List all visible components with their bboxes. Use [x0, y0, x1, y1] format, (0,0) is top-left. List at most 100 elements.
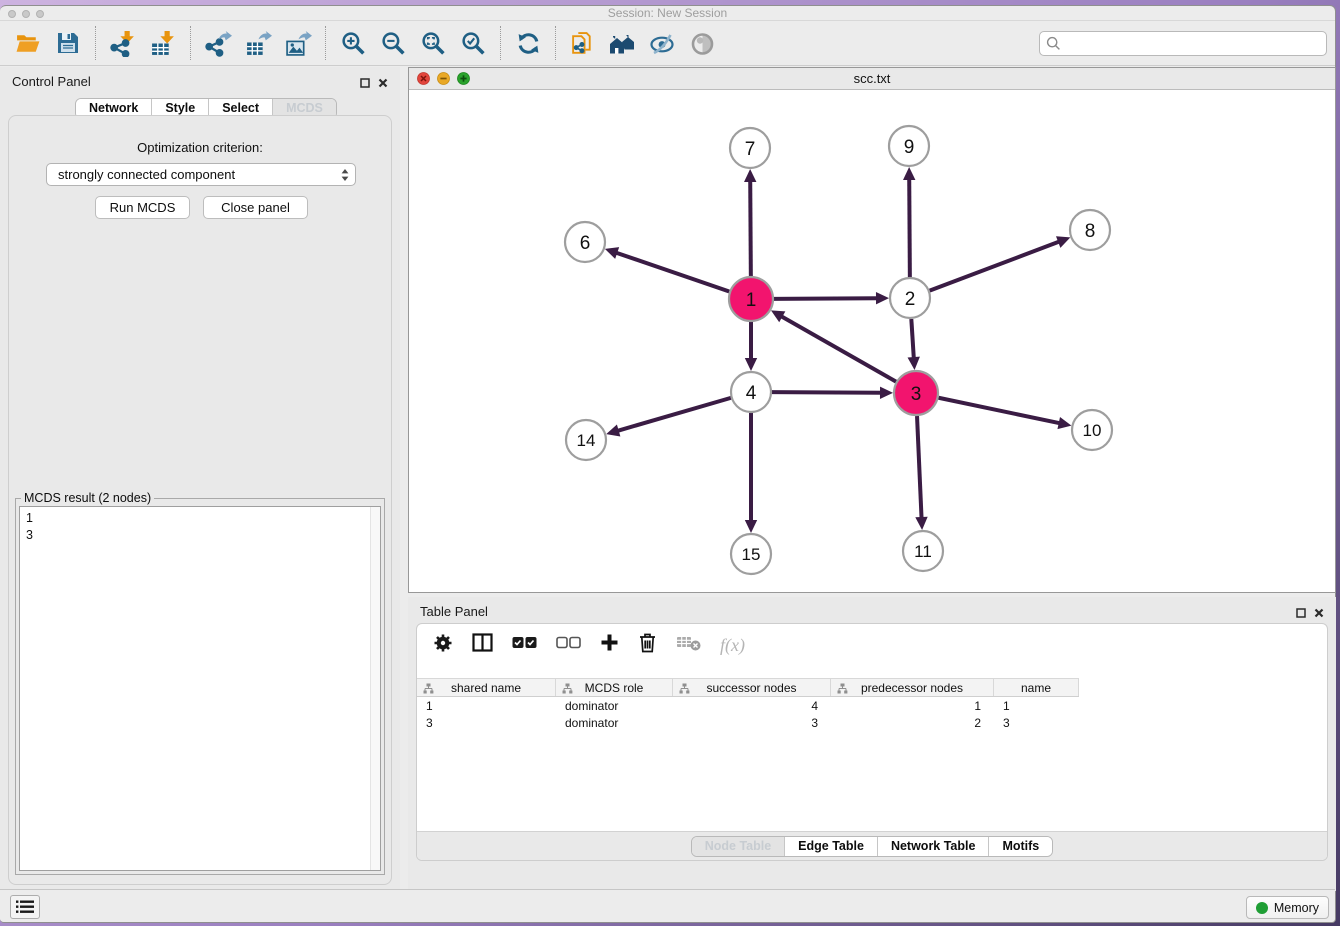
import-table-icon[interactable] [143, 25, 183, 61]
run-mcds-button[interactable]: Run MCDS [95, 196, 190, 219]
home-icon[interactable] [603, 25, 643, 61]
add-column-icon[interactable] [600, 633, 619, 657]
network-view-titlebar: scc.txt [409, 68, 1335, 90]
table-tab-motifs[interactable]: Motifs [988, 837, 1052, 856]
column-header-predecessor-nodes[interactable]: predecessor nodes [831, 679, 994, 696]
graph-edge-2-9[interactable] [909, 179, 910, 277]
network-window-controls [417, 72, 470, 85]
minimize-view-icon[interactable] [437, 72, 450, 85]
minimize-window-icon[interactable] [22, 10, 30, 18]
column-header-name[interactable]: name [994, 679, 1079, 696]
graph-node-label: 1 [746, 290, 757, 311]
column-header-shared-name[interactable]: shared name [417, 679, 556, 696]
zoom-out-icon[interactable] [373, 25, 413, 61]
graph-edge-2-3[interactable] [911, 319, 913, 358]
graph-edge-1-7[interactable] [750, 181, 751, 276]
toolbar-separator [95, 26, 96, 60]
table-tab-edge-table[interactable]: Edge Table [784, 837, 877, 856]
memory-label: Memory [1274, 901, 1319, 915]
export-network-icon[interactable] [198, 25, 238, 61]
refresh-layout-icon[interactable] [508, 25, 548, 61]
network-canvas[interactable]: 7968124314101511 [409, 90, 1335, 592]
close-window-icon[interactable] [8, 10, 16, 18]
graph-edge-1-2[interactable] [774, 298, 877, 299]
maximize-view-icon[interactable] [457, 72, 470, 85]
zoom-in-icon[interactable] [333, 25, 373, 61]
save-session-icon[interactable] [48, 25, 88, 61]
graph-edge-1-6[interactable] [616, 253, 729, 292]
toolbar-separator [555, 26, 556, 60]
memory-status-icon [1256, 902, 1268, 914]
import-network-icon[interactable] [103, 25, 143, 61]
table-panel: Table Panel f(x) shared nameMCDS rolesuc… [408, 597, 1336, 891]
table-cell: 1 [994, 699, 1079, 715]
deselect-all-checkboxes-icon[interactable] [556, 636, 581, 654]
table-row[interactable]: 1dominator411 [417, 699, 1079, 715]
window-titlebar: Session: New Session [0, 6, 1335, 21]
graph-edge-3-1[interactable] [781, 316, 896, 381]
delete-column-icon[interactable] [638, 632, 657, 658]
search-input[interactable] [1061, 35, 1322, 52]
mcds-result-line: 3 [26, 527, 380, 544]
close-panel-button[interactable]: Close panel [203, 196, 308, 219]
graph-edge-arrowhead [903, 167, 915, 180]
close-panel-icon[interactable] [378, 75, 388, 93]
table-cell: 1 [831, 699, 994, 715]
graph-node-label: 15 [742, 545, 761, 564]
export-image-icon[interactable] [278, 25, 318, 61]
open-file-icon[interactable] [8, 25, 48, 61]
optimization-label: Optimization criterion: [9, 140, 391, 155]
table-panel-title: Table Panel [420, 604, 488, 619]
close-table-panel-icon[interactable] [1314, 605, 1324, 623]
zoom-fit-icon[interactable] [413, 25, 453, 61]
table-tab-network-table[interactable]: Network Table [877, 837, 989, 856]
graph-edge-arrowhead [876, 292, 889, 304]
graph-edge-4-3[interactable] [772, 392, 881, 393]
close-view-icon[interactable] [417, 72, 430, 85]
graph-node-label: 14 [577, 431, 596, 450]
graph-edge-arrowhead [745, 520, 757, 533]
column-header-MCDS-role[interactable]: MCDS role [556, 679, 673, 696]
function-builder-icon[interactable]: f(x) [720, 635, 745, 656]
graph-node-label: 10 [1083, 421, 1102, 440]
graph-edge-arrowhead [745, 358, 757, 371]
mcds-result-fieldset: MCDS result (2 nodes) 13 [15, 498, 385, 875]
list-icon [16, 900, 34, 914]
memory-button[interactable]: Memory [1246, 896, 1329, 919]
optimization-select[interactable]: strongly connected component [46, 163, 356, 186]
export-table-icon[interactable] [238, 25, 278, 61]
float-table-panel-icon[interactable] [1296, 605, 1306, 623]
graph-node-label: 9 [904, 137, 915, 158]
select-all-checkboxes-icon[interactable] [512, 636, 537, 654]
main-toolbar [0, 21, 1335, 66]
result-scrollbar[interactable] [370, 507, 380, 870]
mcds-result-box[interactable]: 13 [19, 506, 381, 871]
graph-edge-arrowhead [744, 169, 756, 182]
task-history-button[interactable] [10, 895, 40, 919]
zoom-selected-icon[interactable] [453, 25, 493, 61]
network-view-title: scc.txt [409, 68, 1335, 90]
maximize-window-icon[interactable] [36, 10, 44, 18]
table-tab-node-table[interactable]: Node Table [692, 837, 784, 856]
delete-table-icon[interactable] [676, 634, 701, 656]
float-panel-icon[interactable] [360, 75, 370, 93]
graph-node-label: 4 [746, 383, 757, 404]
table-tabs: Node TableEdge TableNetwork TableMotifs [691, 836, 1054, 857]
split-columns-icon[interactable] [472, 633, 493, 657]
gear-icon[interactable] [433, 633, 453, 658]
graph-node-label: 8 [1085, 221, 1096, 242]
clone-network-icon[interactable] [563, 25, 603, 61]
column-header-successor-nodes[interactable]: successor nodes [673, 679, 831, 696]
control-panel-header: Control Panel [0, 67, 400, 97]
status-bar: Memory [0, 889, 1335, 922]
graph-edge-4-14[interactable] [618, 398, 731, 431]
graph-edge-2-8[interactable] [930, 242, 1059, 291]
hide-eye-icon[interactable] [643, 25, 683, 61]
table-toolbar: f(x) [417, 624, 1327, 666]
graph-edge-3-10[interactable] [939, 398, 1060, 423]
toolbar-separator [190, 26, 191, 60]
eye-disabled-icon[interactable] [683, 25, 723, 61]
graph-edge-3-11[interactable] [917, 416, 922, 518]
graph-node-label: 11 [914, 542, 932, 561]
table-row[interactable]: 3dominator323 [417, 716, 1079, 732]
